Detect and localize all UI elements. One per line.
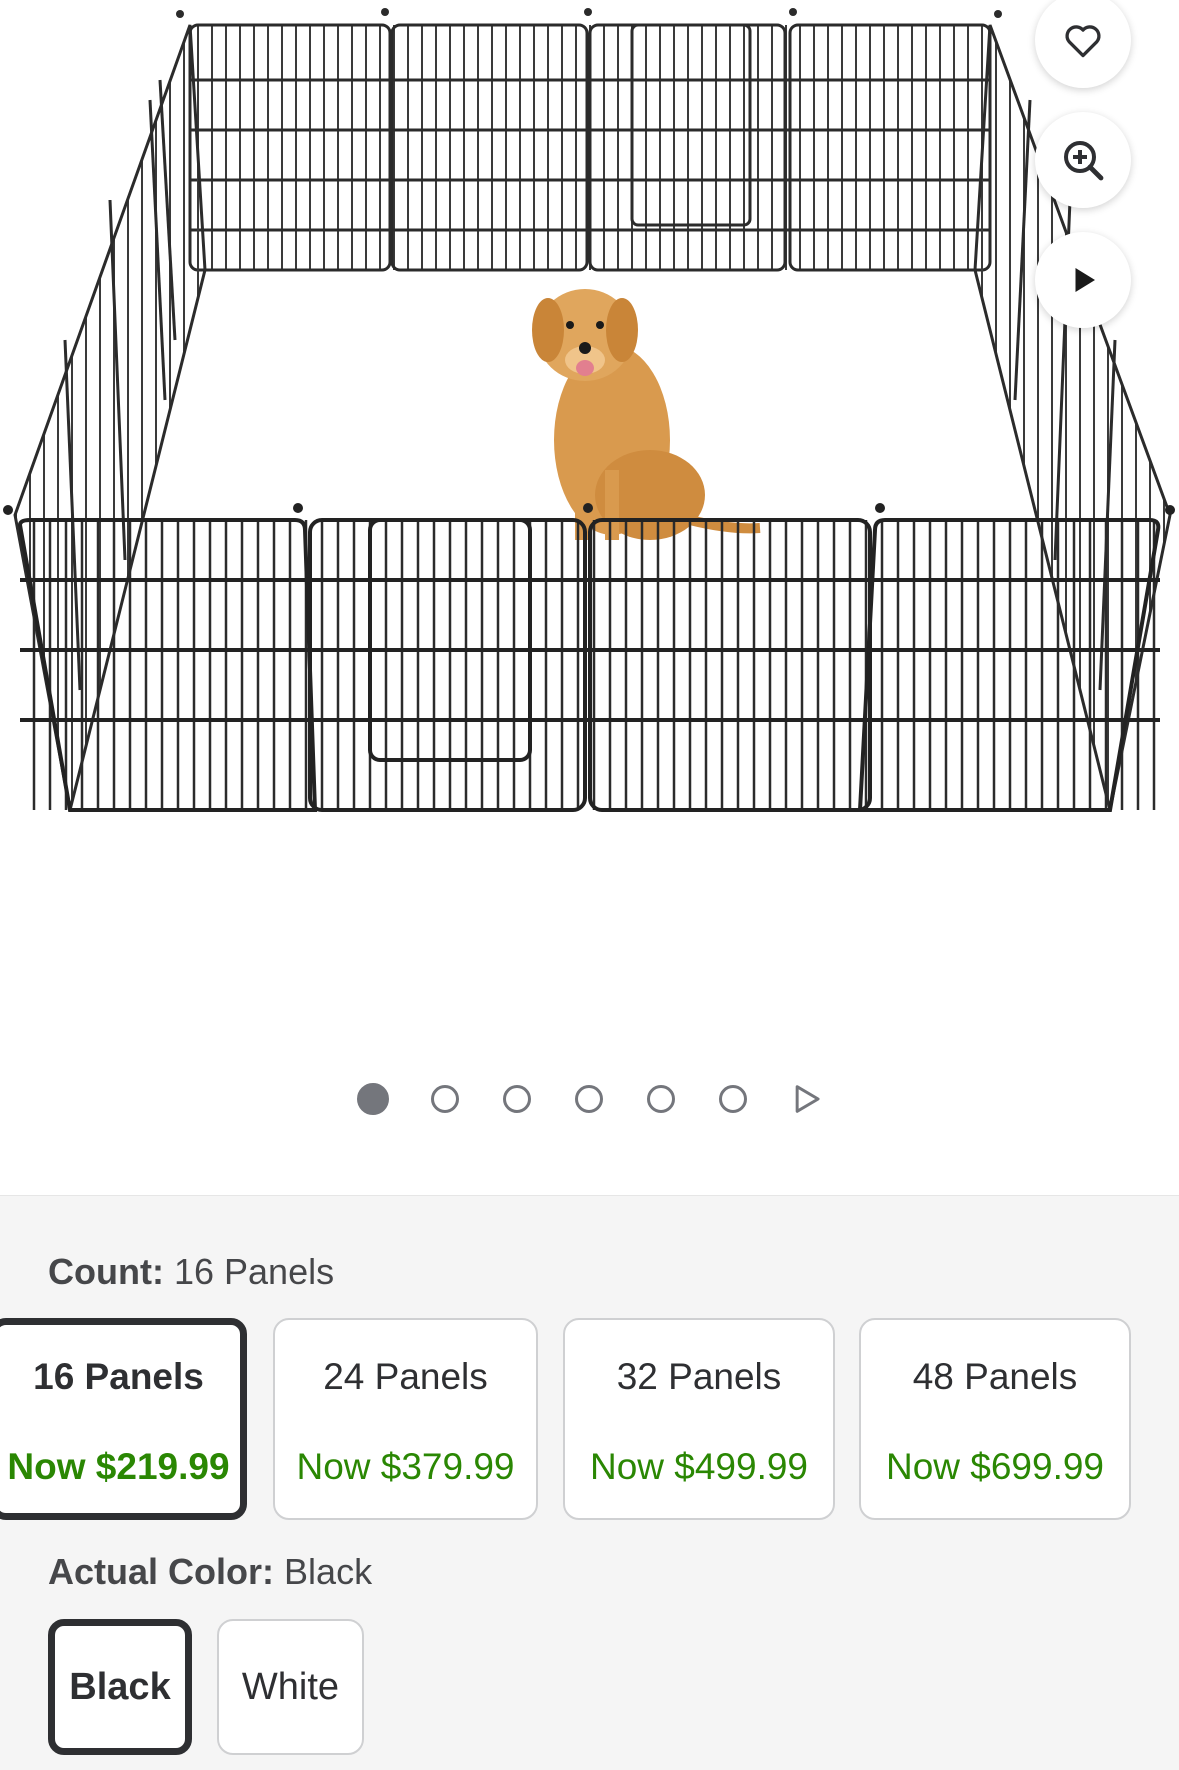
zoom-button[interactable] [1035, 112, 1131, 208]
count-option-name: 32 Panels [616, 1356, 782, 1397]
product-image[interactable] [0, 0, 1179, 850]
pen-back-wall [176, 8, 1002, 272]
carousel-dot-3[interactable] [503, 1085, 531, 1113]
count-option-price: Now $379.99 [296, 1446, 515, 1487]
count-option-label: Count: 16 Panels [48, 1251, 334, 1293]
color-option-label: Actual Color: Black [48, 1551, 372, 1593]
color-selected-value: Black [284, 1551, 373, 1592]
count-option-price: Now $699.99 [885, 1446, 1105, 1487]
count-option-name: 48 Panels [912, 1356, 1078, 1397]
carousel-dot-6[interactable] [719, 1085, 747, 1113]
count-option-24-panels[interactable]: 24 Panels Now $379.99 [273, 1318, 538, 1520]
variant-options-panel: Count: 16 Panels 16 Panels Now $219.99 2… [0, 1195, 1179, 1770]
count-label: Count: [48, 1251, 164, 1292]
color-option-name: White [241, 1665, 340, 1708]
carousel-dot-1[interactable] [357, 1083, 389, 1115]
heart-icon [1065, 25, 1101, 58]
count-option-16-panels[interactable]: 16 Panels Now $219.99 [0, 1318, 247, 1520]
count-selected-value: 16 Panels [173, 1251, 335, 1292]
carousel-dot-2[interactable] [431, 1085, 459, 1113]
color-option-name: Black [69, 1665, 171, 1708]
carousel-next-icon[interactable] [792, 1083, 822, 1115]
count-option-name: 16 Panels [33, 1356, 204, 1397]
count-option-price: Now $219.99 [7, 1446, 230, 1487]
color-option-white[interactable]: White [217, 1619, 364, 1755]
video-button[interactable] [1035, 232, 1131, 328]
zoom-in-icon [1064, 141, 1104, 181]
count-option-32-panels[interactable]: 32 Panels Now $499.99 [563, 1318, 835, 1520]
product-hero [0, 0, 1179, 1195]
count-option-price: Now $499.99 [589, 1446, 809, 1487]
count-option-48-panels[interactable]: 48 Panels Now $699.99 [859, 1318, 1131, 1520]
dog-illustration [532, 289, 761, 540]
play-icon [1075, 268, 1095, 292]
count-option-name: 24 Panels [323, 1356, 488, 1397]
carousel-dot-5[interactable] [647, 1085, 675, 1113]
carousel-dot-4[interactable] [575, 1085, 603, 1113]
pen-front-wall [3, 503, 1175, 812]
color-label: Actual Color: [48, 1551, 275, 1592]
color-option-black[interactable]: Black [48, 1619, 192, 1755]
